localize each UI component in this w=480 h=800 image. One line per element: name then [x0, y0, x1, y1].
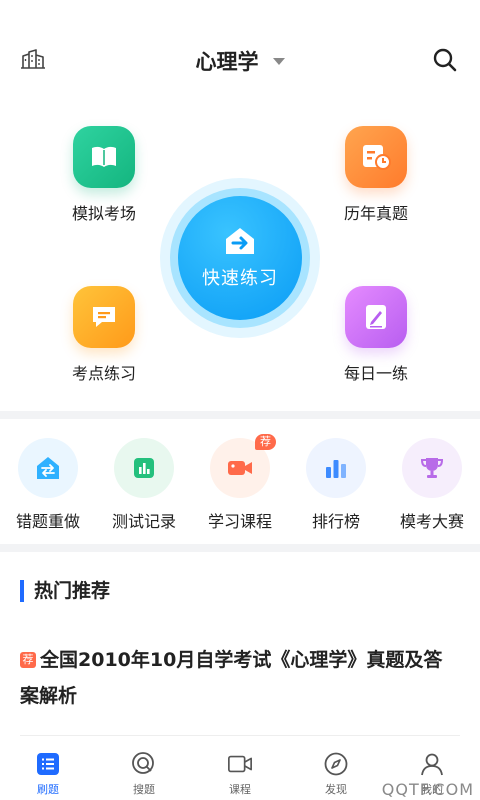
- article-title: 全国2010年10月自学考试《心理学》真题及答案解析: [20, 649, 443, 707]
- tool-label: 错题重做: [15, 512, 80, 531]
- nav-item-discover[interactable]: 发现: [288, 751, 384, 797]
- list-icon: [35, 751, 61, 777]
- feature-mock-exam[interactable]: 模拟考场: [34, 126, 174, 224]
- book-icon: [73, 126, 135, 188]
- feature-daily-practice[interactable]: 每日一练: [306, 286, 446, 384]
- tool-label: 模考大赛: [399, 512, 464, 531]
- nav-label: 刷题: [37, 783, 59, 796]
- section-divider: [0, 411, 480, 419]
- section-title: 热门推荐: [20, 580, 110, 602]
- quick-practice-button[interactable]: 快速练习: [178, 196, 302, 320]
- tool-test-records[interactable]: 测试记录: [96, 438, 192, 532]
- redo-icon: [18, 438, 78, 498]
- search-question-icon: [131, 751, 157, 777]
- video-icon: [227, 751, 253, 777]
- section-divider: [0, 544, 480, 552]
- tool-redo-wrong[interactable]: 错题重做: [0, 438, 96, 532]
- nav-item-courses[interactable]: 课程: [192, 751, 288, 797]
- nav-label: 发现: [325, 783, 347, 796]
- top-bar: 心理学: [0, 0, 480, 120]
- nav-label: 搜题: [133, 783, 155, 796]
- calendar-clock-icon: [345, 126, 407, 188]
- user-icon: [419, 751, 445, 777]
- feature-label: 每日一练: [343, 364, 408, 383]
- video-camera-icon: 荐: [210, 434, 276, 498]
- tool-leaderboard[interactable]: 排行榜: [288, 438, 384, 532]
- search-icon[interactable]: [432, 47, 458, 73]
- arrow-house-icon: [223, 226, 257, 256]
- bar-rank-icon: [306, 438, 366, 498]
- chart-record-icon: [114, 438, 174, 498]
- nav-item-practice[interactable]: 刷题: [0, 751, 96, 797]
- compass-icon: [323, 751, 349, 777]
- feature-label: 历年真题: [343, 204, 408, 223]
- tool-label: 学习课程: [207, 512, 272, 531]
- message-note-icon: [73, 286, 135, 348]
- tool-label: 排行榜: [311, 512, 360, 531]
- edit-note-icon: [345, 286, 407, 348]
- nav-item-search[interactable]: 搜题: [96, 751, 192, 797]
- watermark: QQTF.COM: [381, 780, 474, 799]
- recommend-badge: 荐: [255, 434, 276, 450]
- tool-label: 测试记录: [111, 512, 176, 531]
- caret-down-icon: [272, 57, 285, 65]
- list-separator: [20, 735, 460, 736]
- tool-mock-contest[interactable]: 模考大赛: [384, 438, 480, 532]
- subject-title: 心理学: [195, 50, 259, 74]
- nav-label: 课程: [229, 783, 251, 796]
- subject-selector[interactable]: 心理学: [0, 46, 480, 76]
- feature-label: 考点练习: [71, 364, 136, 383]
- recommend-article[interactable]: 荐全国2010年10月自学考试《心理学》真题及答案解析: [20, 642, 460, 714]
- feature-past-papers[interactable]: 历年真题: [306, 126, 446, 224]
- feature-point-practice[interactable]: 考点练习: [34, 286, 174, 384]
- feature-label: 模拟考场: [71, 204, 136, 223]
- tool-courses[interactable]: 荐 学习课程: [192, 434, 288, 532]
- recommend-tag: 荐: [20, 652, 36, 668]
- quick-practice-label: 快速练习: [202, 268, 278, 289]
- trophy-icon: [402, 438, 462, 498]
